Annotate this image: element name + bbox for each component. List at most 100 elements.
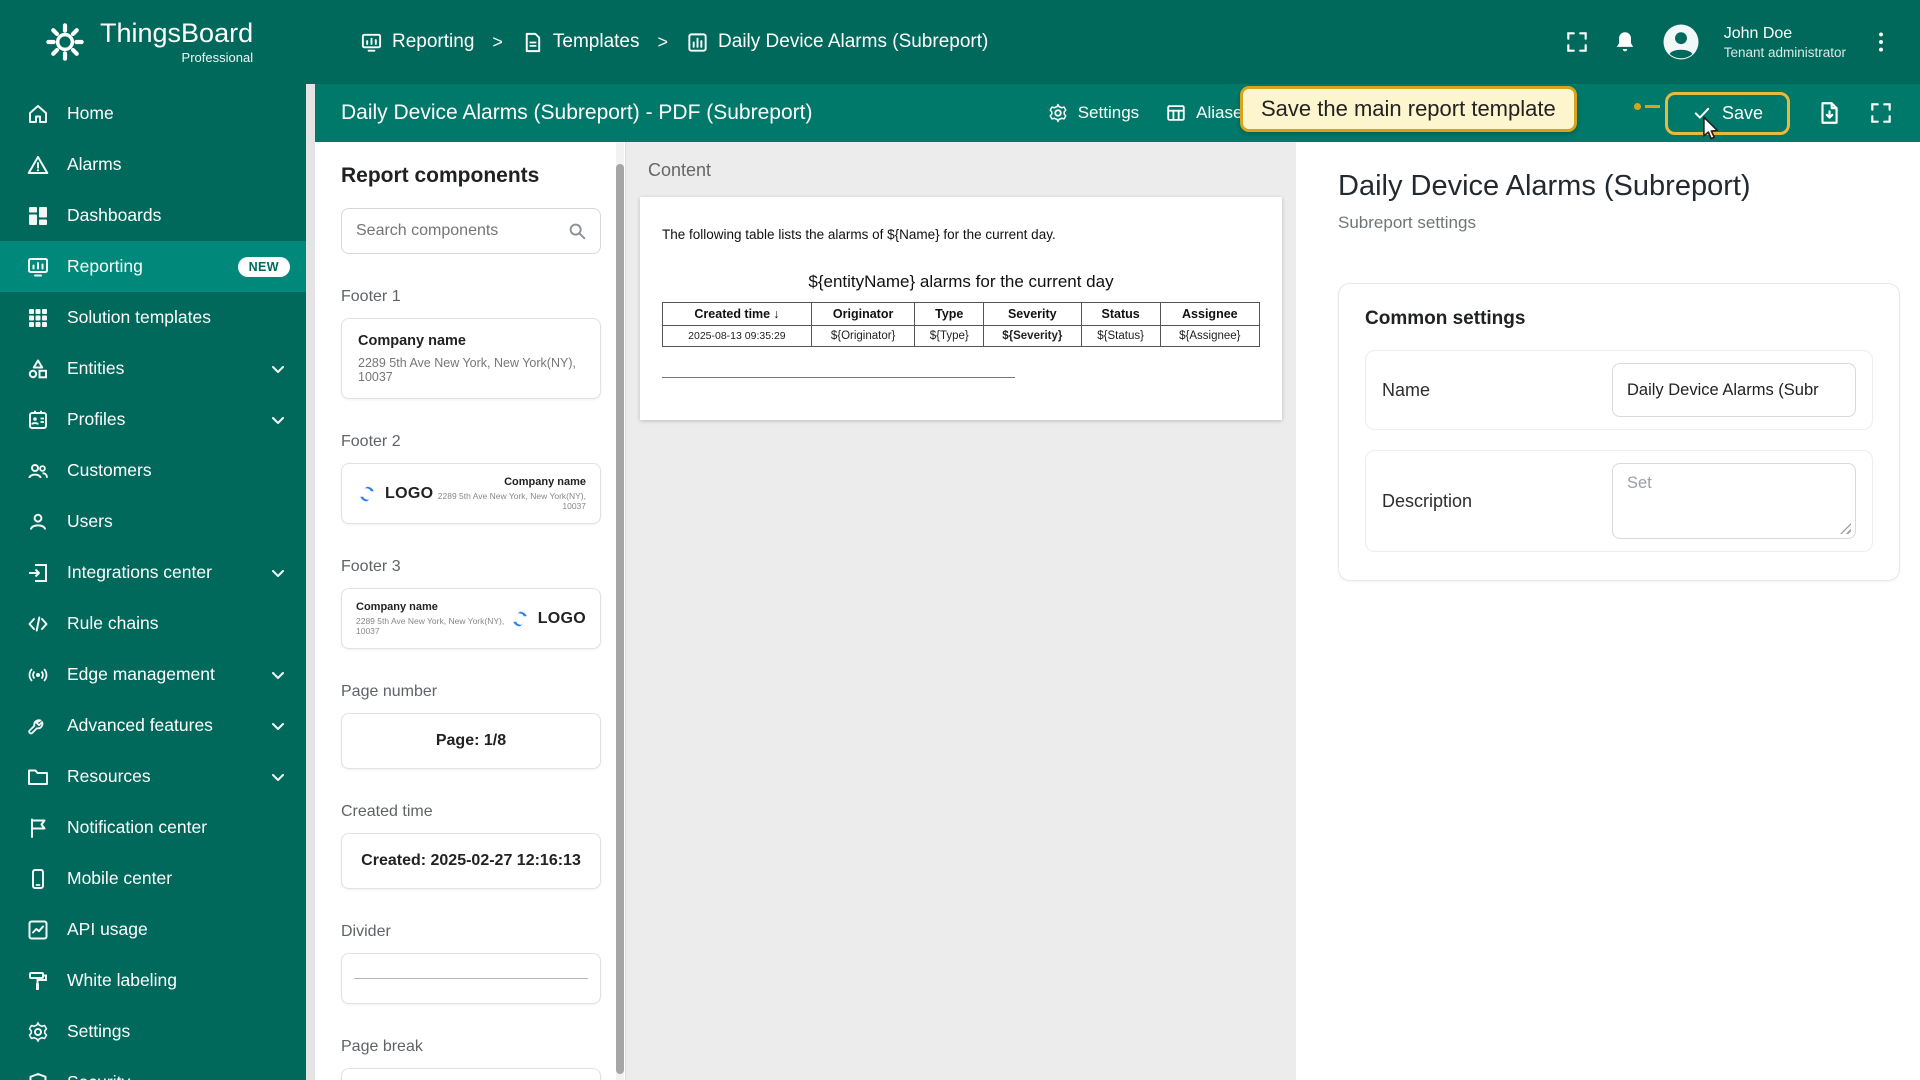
topbar: ThingsBoard Professional Reporting > Tem… xyxy=(0,0,1920,84)
component-label-footer3: Footer 3 xyxy=(341,558,401,575)
generate-report-icon[interactable] xyxy=(1816,100,1842,126)
user-role: Tenant administrator xyxy=(1723,44,1846,60)
more-menu-icon[interactable] xyxy=(1868,29,1894,55)
notifications-bell-icon[interactable] xyxy=(1612,29,1638,55)
sidebar-item-users[interactable]: Users xyxy=(0,496,306,547)
aliases-button[interactable]: Aliases xyxy=(1165,102,1251,124)
sidebar-item-profiles[interactable]: Profiles xyxy=(0,394,306,445)
chevron-down-icon xyxy=(266,561,290,585)
divider-line xyxy=(354,978,588,979)
sidebar-item-advanced-features[interactable]: Advanced features xyxy=(0,700,306,751)
search-box xyxy=(341,208,601,254)
footer3-address: 2289 5th Ave New York, New York(NY), 100… xyxy=(356,616,505,636)
sidebar-item-settings[interactable]: Settings xyxy=(0,1006,306,1057)
customers-icon xyxy=(26,459,50,483)
component-footer-1[interactable]: Company name 2289 5th Ave New York, New … xyxy=(341,318,601,399)
cell-created-time: 2025-08-13 09:35:29 xyxy=(662,325,812,347)
sidebar-item-entities[interactable]: Entities xyxy=(0,343,306,394)
solution-templates-icon xyxy=(26,306,50,330)
sidebar-item-customers[interactable]: Customers xyxy=(0,445,306,496)
save-button[interactable]: Save xyxy=(1664,91,1790,135)
component-footer-2[interactable]: LOGO Company name 2289 5th Ave New York,… xyxy=(341,463,601,524)
component-page-break[interactable]: Page break xyxy=(341,1068,601,1080)
search-input[interactable] xyxy=(354,221,566,241)
dashboards-icon xyxy=(26,204,50,228)
sidebar-item-rule-chains[interactable]: Rule chains xyxy=(0,598,306,649)
tooltip-connector-dot xyxy=(1634,103,1641,110)
footer3-company-block: Company name 2289 5th Ave New York, New … xyxy=(356,601,509,636)
breadcrumb-reporting[interactable]: Reporting xyxy=(360,31,474,54)
sidebar-item-mobile-center[interactable]: Mobile center xyxy=(0,853,306,904)
description-input[interactable] xyxy=(1612,463,1856,539)
sidebar-item-label: White labeling xyxy=(67,970,177,990)
component-divider[interactable] xyxy=(341,953,601,1004)
sidebar-item-dashboards[interactable]: Dashboards xyxy=(0,190,306,241)
settings-button[interactable]: Settings xyxy=(1047,102,1139,124)
name-field-row: Name xyxy=(1365,350,1873,430)
sidebar-item-security[interactable]: Security xyxy=(0,1057,306,1080)
sidebar-item-label: Solution templates xyxy=(67,307,211,327)
sidebar-item-white-labeling[interactable]: White labeling xyxy=(0,955,306,1006)
footer2-logo-text: LOGO xyxy=(385,484,434,502)
sidebar-item-label: Alarms xyxy=(67,154,122,174)
name-input[interactable] xyxy=(1612,363,1856,417)
sidebar-item-label: Security xyxy=(67,1072,130,1080)
common-settings-card: Common settings Name Description xyxy=(1338,283,1900,581)
new-badge: NEW xyxy=(237,256,290,277)
breadcrumb-separator: > xyxy=(657,31,669,52)
component-page-number[interactable]: Page: 1/8 xyxy=(341,713,601,769)
footer1-address: 2289 5th Ave New York, New York(NY), 100… xyxy=(358,356,576,384)
sidebar-item-label: Users xyxy=(67,511,113,531)
breadcrumb-templates[interactable]: Templates xyxy=(521,31,640,54)
sidebar-item-api-usage[interactable]: API usage xyxy=(0,904,306,955)
subreport-icon xyxy=(686,31,709,54)
sidebar-scrollbar[interactable] xyxy=(306,84,315,1080)
brand[interactable]: ThingsBoard Professional xyxy=(0,18,360,65)
sidebar-item-solution-templates[interactable]: Solution templates xyxy=(0,292,306,343)
user-avatar[interactable] xyxy=(1660,21,1702,63)
sidebar-item-label: Edge management xyxy=(67,664,215,684)
footer2-logo-block: LOGO xyxy=(356,483,433,505)
edge-icon xyxy=(26,663,50,687)
components-scrollbar[interactable] xyxy=(616,142,624,1080)
table-title: ${entityName} alarms for the current day xyxy=(808,272,1114,291)
sidebar-item-edge-management[interactable]: Edge management xyxy=(0,649,306,700)
breadcrumb-current[interactable]: Daily Device Alarms (Subreport) xyxy=(686,31,988,54)
home-icon xyxy=(26,102,50,126)
sidebar-item-reporting[interactable]: Reporting NEW xyxy=(0,241,306,292)
sidebar-item-label: API usage xyxy=(67,919,148,939)
name-label: Name xyxy=(1382,379,1431,400)
reporting-icon xyxy=(360,31,383,54)
components-scrollbar-thumb[interactable] xyxy=(616,164,624,1074)
template-page[interactable]: The following table lists the alarms of … xyxy=(640,197,1282,420)
fullscreen-icon[interactable] xyxy=(1564,29,1590,55)
sidebar-item-alarms[interactable]: Alarms xyxy=(0,139,306,190)
save-button-label: Save xyxy=(1721,102,1763,123)
sidebar-item-home[interactable]: Home xyxy=(0,88,306,139)
user-info[interactable]: John Doe Tenant administrator xyxy=(1724,25,1846,60)
cell-status: ${Status} xyxy=(1080,325,1161,347)
component-label-footer1: Footer 1 xyxy=(341,288,401,305)
sidebar-item-label: Mobile center xyxy=(67,868,173,888)
sidebar-item-resources[interactable]: Resources xyxy=(0,751,306,802)
brand-name: ThingsBoard xyxy=(100,18,254,49)
components-panel-title: Report components xyxy=(341,164,540,187)
cell-severity: ${Severity} xyxy=(983,325,1082,347)
app-root: ThingsBoard Professional Reporting > Tem… xyxy=(0,0,1920,1080)
user-name: John Doe xyxy=(1723,24,1793,42)
breadcrumb-label: Reporting xyxy=(392,31,475,52)
chevron-down-icon xyxy=(266,765,290,789)
sidebar-item-integrations-center[interactable]: Integrations center xyxy=(0,547,306,598)
profiles-icon xyxy=(26,408,50,432)
component-label-page-number: Page number xyxy=(341,683,438,700)
component-created-time[interactable]: Created: 2025-02-27 12:16:13 xyxy=(341,833,601,889)
page-divider xyxy=(662,377,1015,378)
cell-assignee: ${Assignee} xyxy=(1159,325,1261,347)
sidebar-item-notification-center[interactable]: Notification center xyxy=(0,802,306,853)
sort-desc-icon: ↓ xyxy=(773,307,780,321)
fullscreen-icon[interactable] xyxy=(1868,100,1894,126)
description-label: Description xyxy=(1382,490,1473,511)
component-footer-3[interactable]: Company name 2289 5th Ave New York, New … xyxy=(341,588,601,649)
page-intro-text: The following table lists the alarms of … xyxy=(662,227,1056,242)
rule-chains-icon xyxy=(26,612,50,636)
